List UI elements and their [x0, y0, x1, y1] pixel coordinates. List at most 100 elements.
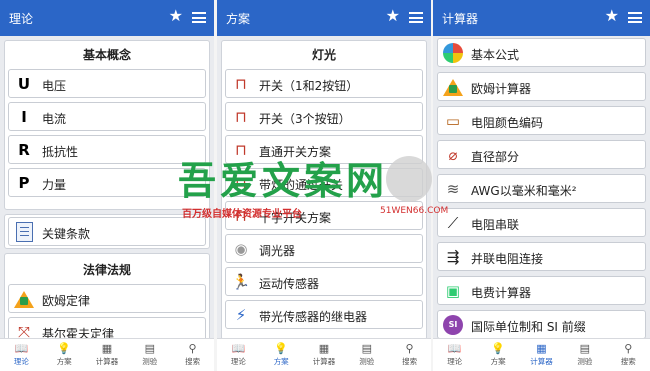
star-icon[interactable]: ★ — [605, 8, 619, 24]
section-header: 基本概念 — [82, 48, 131, 62]
kirchhoff-icon: ⤧ — [17, 323, 30, 338]
search-icon: ⚲ — [624, 342, 633, 355]
list-item-label: 电阻颜色编码 — [471, 116, 544, 130]
nav-calculators[interactable]: ▦ 计算器 — [303, 342, 346, 367]
list-item-label: 直径部分 — [471, 150, 520, 164]
list-item-label: 抵抗性 — [42, 145, 79, 159]
table-icon: ▤ — [579, 342, 591, 355]
bulb-icon: 💡 — [491, 342, 505, 355]
nav-search[interactable]: ⚲ 搜索 — [171, 342, 214, 367]
app-header: 理论 ★ — [0, 0, 214, 36]
list-item-ohms-law[interactable]: 欧姆定律 — [8, 284, 206, 313]
list-item-label: 运动传感器 — [259, 277, 320, 291]
switch-icon: ⊓ — [235, 75, 247, 93]
nav-quiz[interactable]: ▤ 测验 — [128, 342, 171, 367]
list-item-electricity-bill[interactable]: ▣ 电费计算器 — [437, 276, 646, 305]
list-item-key-terms[interactable]: 关键条款 — [8, 217, 206, 246]
list-item-label: 开关（1和2按钮） — [259, 79, 359, 93]
bulb-icon: 💡 — [274, 342, 289, 355]
formula-wheel-icon — [442, 42, 464, 64]
nav-quiz[interactable]: ▤ 测验 — [563, 342, 606, 367]
calculators-screen: 计算器 ★ 基本公式 欧姆计算器 ▭ 电阻颜色编码 ⌀ 直径部分 ≋ AWG以毫… — [433, 0, 650, 371]
list-item-resistor-color[interactable]: ▭ 电阻颜色编码 — [437, 106, 646, 135]
calculator-icon: ▦ — [536, 342, 547, 355]
menu-icon[interactable] — [409, 12, 423, 23]
list-item-resistance[interactable]: R 抵抗性 — [8, 135, 206, 164]
list-item-current[interactable]: I 电流 — [8, 102, 206, 131]
list-item-pass-switch[interactable]: ⊓ 直通开关方案 — [225, 135, 423, 164]
list-item-si-units[interactable]: SI 国际单位制和 SI 前缀 — [437, 310, 646, 338]
schemes-screen: 方案 ★ 灯光 ⊓ 开关（1和2按钮） ⊓ 开关（3个按钮） ⊓ 直通开关方案 … — [217, 0, 431, 371]
list-item-motion-sensor[interactable]: 🏃 运动传感器 — [225, 267, 423, 296]
list-item-label: 关键条款 — [42, 227, 91, 241]
list-item-awg[interactable]: ≋ AWG以毫米和毫米² — [437, 174, 646, 203]
nav-calculators[interactable]: ▦ 计算器 — [520, 342, 563, 367]
list-item-basic-formulas[interactable]: 基本公式 — [437, 38, 646, 67]
menu-icon[interactable] — [192, 12, 206, 23]
section-header: 灯光 — [311, 48, 336, 62]
theory-screen: 理论 ★ 基本概念 U 电压 I 电流 R 抵抗性 P 力量 关键条款 法律法规… — [0, 0, 214, 371]
letter-u-icon: U — [17, 75, 31, 93]
screen-content: 基本概念 U 电压 I 电流 R 抵抗性 P 力量 关键条款 法律法规 欧姆定律… — [0, 36, 214, 338]
letter-i-icon: I — [21, 108, 27, 126]
nav-calculators[interactable]: ▦ 计算器 — [86, 342, 129, 367]
nav-theory[interactable]: 📖 理论 — [433, 342, 476, 367]
letter-p-icon: P — [18, 174, 30, 192]
nav-schemes[interactable]: 💡 方案 — [476, 342, 519, 367]
book-icon: 📖 — [447, 342, 462, 355]
screen-title: 方案 — [226, 12, 251, 26]
list-item-label: 基本公式 — [471, 48, 520, 62]
list-item-pass-switch-lamp[interactable]: ⊓ 带灯的通过开关 — [225, 168, 423, 197]
list-item-label: 并联电阻连接 — [471, 252, 544, 266]
wire-icon: ⌀ — [448, 146, 458, 164]
relay-icon: ⚡ — [235, 306, 247, 324]
bill-icon: ▣ — [445, 282, 461, 300]
list-item-switch-1-2[interactable]: ⊓ 开关（1和2按钮） — [225, 69, 423, 98]
nav-search[interactable]: ⚲ 搜索 — [388, 342, 431, 367]
list-item-label: AWG以毫米和毫米² — [471, 184, 577, 198]
nav-theory[interactable]: 📖 理论 — [217, 342, 260, 367]
bottom-nav: 📖 理论 💡 方案 ▦ 计算器 ▤ 测验 ⚲ 搜索 — [217, 338, 431, 371]
menu-icon[interactable] — [628, 12, 642, 23]
list-item-light-relay[interactable]: ⚡ 带光传感器的继电器 — [225, 300, 423, 329]
nav-search[interactable]: ⚲ 搜索 — [607, 342, 650, 367]
list-item-label: 电阻串联 — [471, 218, 520, 232]
list-item-label: 基尔霍夫定律 — [42, 327, 115, 338]
list-item-dimmer[interactable]: ◉ 调光器 — [225, 234, 423, 263]
awg-icon: ≋ — [446, 180, 460, 198]
book-icon: 📖 — [231, 342, 246, 355]
lighting-card: 灯光 ⊓ 开关（1和2按钮） ⊓ 开关（3个按钮） ⊓ 直通开关方案 ⊓ 带灯的… — [221, 40, 427, 338]
screen-content: 灯光 ⊓ 开关（1和2按钮） ⊓ 开关（3个按钮） ⊓ 直通开关方案 ⊓ 带灯的… — [217, 36, 431, 338]
calculator-icon: ▦ — [101, 342, 113, 355]
search-icon: ⚲ — [188, 342, 197, 355]
switch-icon: ⊓ — [235, 141, 247, 159]
list-item-switch-3[interactable]: ⊓ 开关（3个按钮） — [225, 102, 423, 131]
list-item-kirchhoff[interactable]: ⤧ 基尔霍夫定律 — [8, 317, 206, 338]
screen-title: 理论 — [9, 12, 34, 26]
nav-schemes[interactable]: 💡 方案 — [260, 342, 303, 367]
star-icon[interactable]: ★ — [386, 8, 400, 24]
list-item-label: 国际单位制和 SI 前缀 — [471, 320, 586, 334]
si-icon: SI — [442, 314, 464, 336]
screen-title: 计算器 — [442, 12, 479, 26]
list-item-series-resistors[interactable]: ⟋ 电阻串联 — [437, 208, 646, 237]
book-icon: 📖 — [14, 342, 29, 355]
screen-content: 基本公式 欧姆计算器 ▭ 电阻颜色编码 ⌀ 直径部分 ≋ AWG以毫米和毫米² … — [433, 36, 650, 338]
nav-schemes[interactable]: 💡 方案 — [43, 342, 86, 367]
list-item-wire-section[interactable]: ⌀ 直径部分 — [437, 140, 646, 169]
list-item-cross-switch[interactable]: ⊓ 十字开关方案 — [225, 201, 423, 230]
laws-card: 法律法规 欧姆定律 ⤧ 基尔霍夫定律 — [4, 253, 210, 338]
nav-quiz[interactable]: ▤ 测验 — [345, 342, 388, 367]
list-item-power[interactable]: P 力量 — [8, 168, 206, 197]
list-item-parallel-resistors[interactable]: ⇶ 并联电阻连接 — [437, 242, 646, 271]
list-item-label: 欧姆计算器 — [471, 82, 532, 96]
search-icon: ⚲ — [405, 342, 414, 355]
star-icon[interactable]: ★ — [169, 8, 183, 24]
switch-icon: ⊓ — [235, 108, 247, 126]
switch-icon: ⊓ — [235, 207, 247, 225]
nav-theory[interactable]: 📖 理论 — [0, 342, 43, 367]
list-item-voltage[interactable]: U 电压 — [8, 69, 206, 98]
list-item-label: 调光器 — [259, 244, 296, 258]
list-item-ohm-calculator[interactable]: 欧姆计算器 — [437, 72, 646, 101]
list-item-label: 带光传感器的继电器 — [259, 310, 368, 324]
